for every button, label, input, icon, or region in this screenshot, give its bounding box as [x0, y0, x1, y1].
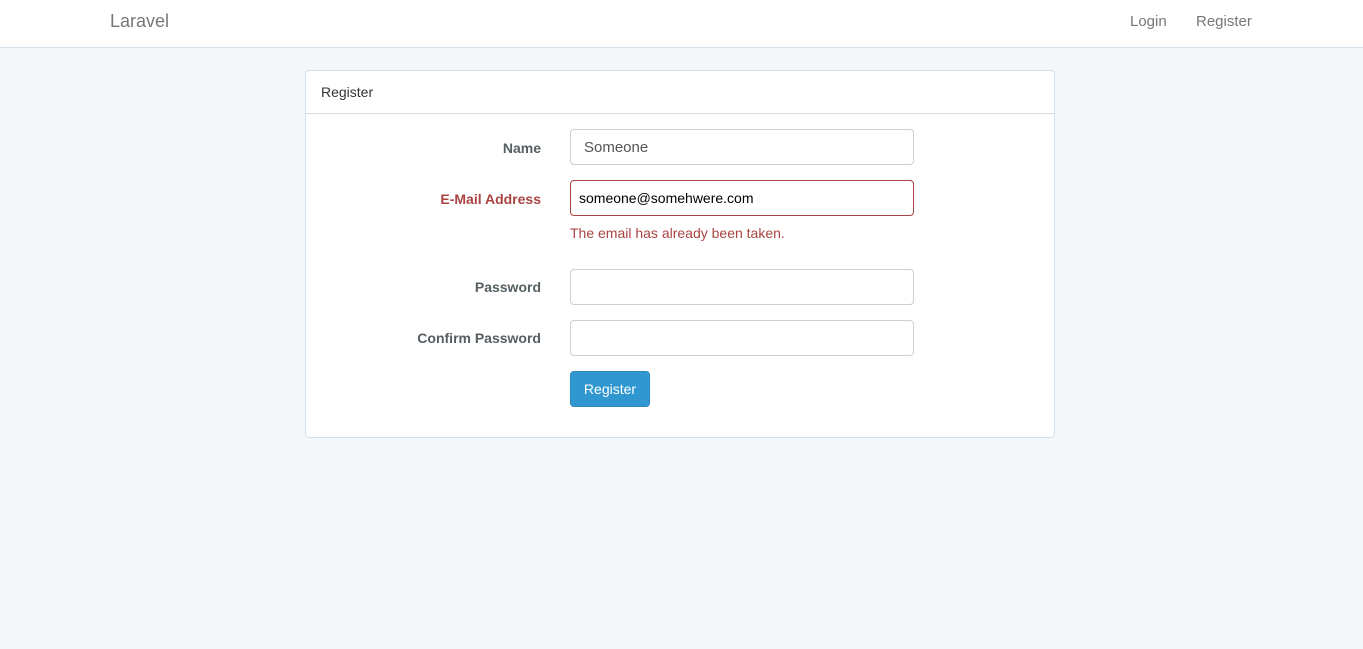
email-error-message: The email has already been taken.	[570, 225, 785, 241]
password-label: Password	[474, 279, 541, 295]
login-link[interactable]: Login	[1130, 13, 1167, 30]
register-link[interactable]: Register	[1196, 13, 1252, 30]
panel-heading: Register	[306, 71, 1054, 114]
register-panel: Register Name E-Mail Address The email h…	[305, 70, 1055, 438]
top-navbar: Laravel Login Register	[0, 0, 1363, 48]
name-input[interactable]	[570, 129, 914, 165]
confirm-password-input[interactable]	[570, 320, 914, 356]
email-input[interactable]	[570, 180, 914, 216]
password-input[interactable]	[570, 269, 914, 305]
confirm-password-label: Confirm Password	[417, 330, 541, 346]
name-label: Name	[502, 140, 541, 156]
register-button[interactable]: Register	[570, 371, 650, 407]
brand-link[interactable]: Laravel	[110, 11, 169, 32]
email-label: E-Mail Address	[440, 191, 541, 207]
